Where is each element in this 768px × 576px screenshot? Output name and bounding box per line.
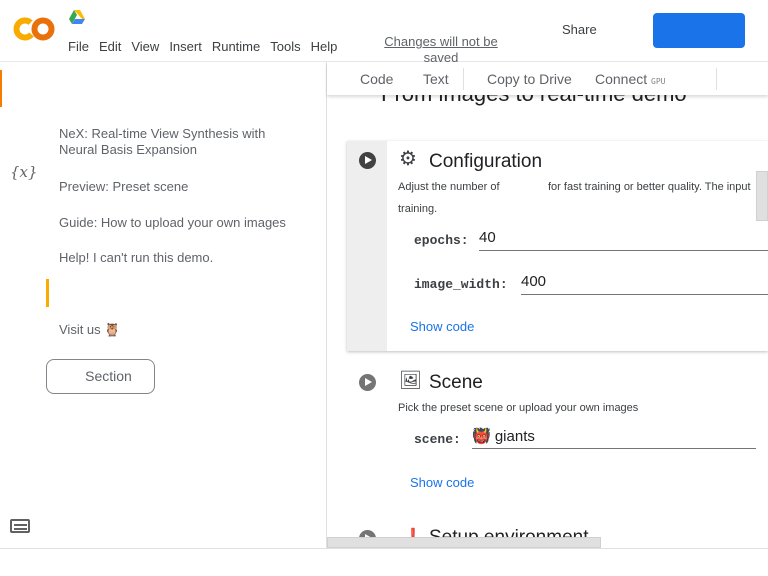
google-drive-icon[interactable]	[69, 10, 85, 24]
cell-description: Pick the preset scene or upload your own…	[398, 402, 639, 414]
cell-description-cont: for fast training or better quality. The…	[548, 181, 751, 193]
horizontal-scrollbar[interactable]	[327, 537, 601, 548]
image-width-input[interactable]: 400	[521, 273, 768, 295]
add-text-button[interactable]: Text	[423, 71, 449, 87]
notebook-heading: From images to real-time demo	[381, 95, 687, 107]
vertical-scrollbar[interactable]	[756, 171, 768, 221]
menu-edit[interactable]: Edit	[99, 39, 121, 54]
toc-active-indicator	[0, 70, 2, 107]
notebook-area: From images to real-time demo ⚙ Configur…	[327, 95, 768, 548]
gear-icon: ⚙	[399, 148, 417, 170]
show-code-link[interactable]: Show code	[410, 475, 474, 490]
connect-button[interactable]: Connect GPU	[595, 71, 666, 87]
add-section-button[interactable]: Section	[46, 359, 155, 394]
run-cell-button[interactable]	[359, 152, 376, 169]
left-icon-rail	[0, 62, 46, 548]
sign-in-button[interactable]	[653, 13, 745, 48]
cell-title: Configuration	[429, 151, 543, 172]
toc-item-preview[interactable]: Preview: Preset scene	[59, 179, 188, 195]
toolbar-divider	[463, 68, 464, 90]
connect-label: Connect	[595, 71, 648, 87]
copy-to-drive-button[interactable]: Copy to Drive	[487, 71, 572, 87]
status-bar-divider	[0, 548, 768, 549]
toc-item-nex[interactable]: NeX: Real-time View Synthesis with Neura…	[59, 126, 299, 158]
variables-icon[interactable]: {x}	[10, 163, 38, 181]
toc-item-help[interactable]: Help! I can't run this demo.	[59, 250, 213, 266]
menu-help[interactable]: Help	[311, 39, 338, 54]
terminal-icon[interactable]	[10, 519, 30, 533]
cell-title: Scene	[429, 372, 483, 393]
app-header: File Edit View Insert Runtime Tools Help…	[0, 0, 768, 62]
image-width-label: image_width:	[414, 277, 508, 292]
run-cell-button[interactable]	[359, 374, 376, 391]
menu-view[interactable]: View	[131, 39, 159, 54]
toc-current-marker	[46, 279, 49, 307]
scene-label: scene:	[414, 432, 461, 447]
scene-cell[interactable]: 🖼 Scene Pick the preset scene or upload …	[347, 365, 768, 505]
menu-tools[interactable]: Tools	[270, 39, 300, 54]
toc-item-visit-us[interactable]: Visit us 🦉	[59, 322, 120, 338]
epochs-label: epochs:	[414, 233, 469, 248]
table-of-contents: NeX: Real-time View Synthesis with Neura…	[46, 62, 327, 548]
epochs-input[interactable]: 40	[479, 229, 768, 251]
menu-runtime[interactable]: Runtime	[212, 39, 260, 54]
menu-bar: File Edit View Insert Runtime Tools Help	[68, 39, 347, 54]
add-code-button[interactable]: Code	[360, 71, 393, 87]
colab-logo[interactable]	[13, 16, 55, 42]
configuration-cell[interactable]: ⚙ Configuration Adjust the number of for…	[347, 141, 768, 351]
cell-description-line2: training.	[398, 203, 438, 215]
toolbar-divider	[716, 68, 717, 90]
show-code-link[interactable]: Show code	[410, 319, 474, 334]
share-button[interactable]: Share	[562, 22, 597, 37]
toc-item-guide[interactable]: Guide: How to upload your own images	[59, 215, 286, 231]
changes-not-saved-link[interactable]: Changes will not be saved	[381, 34, 501, 62]
menu-insert[interactable]: Insert	[169, 39, 202, 54]
menu-file[interactable]: File	[68, 39, 89, 54]
scene-dropdown[interactable]: 👹 giants	[472, 427, 756, 449]
cell-description: Adjust the number of	[398, 181, 500, 193]
cell-gutter	[347, 141, 387, 351]
gpu-badge: GPU	[651, 77, 666, 86]
framed-picture-icon: 🖼	[399, 370, 422, 390]
notebook-toolbar: Code Text Copy to Drive Connect GPU	[327, 62, 768, 95]
